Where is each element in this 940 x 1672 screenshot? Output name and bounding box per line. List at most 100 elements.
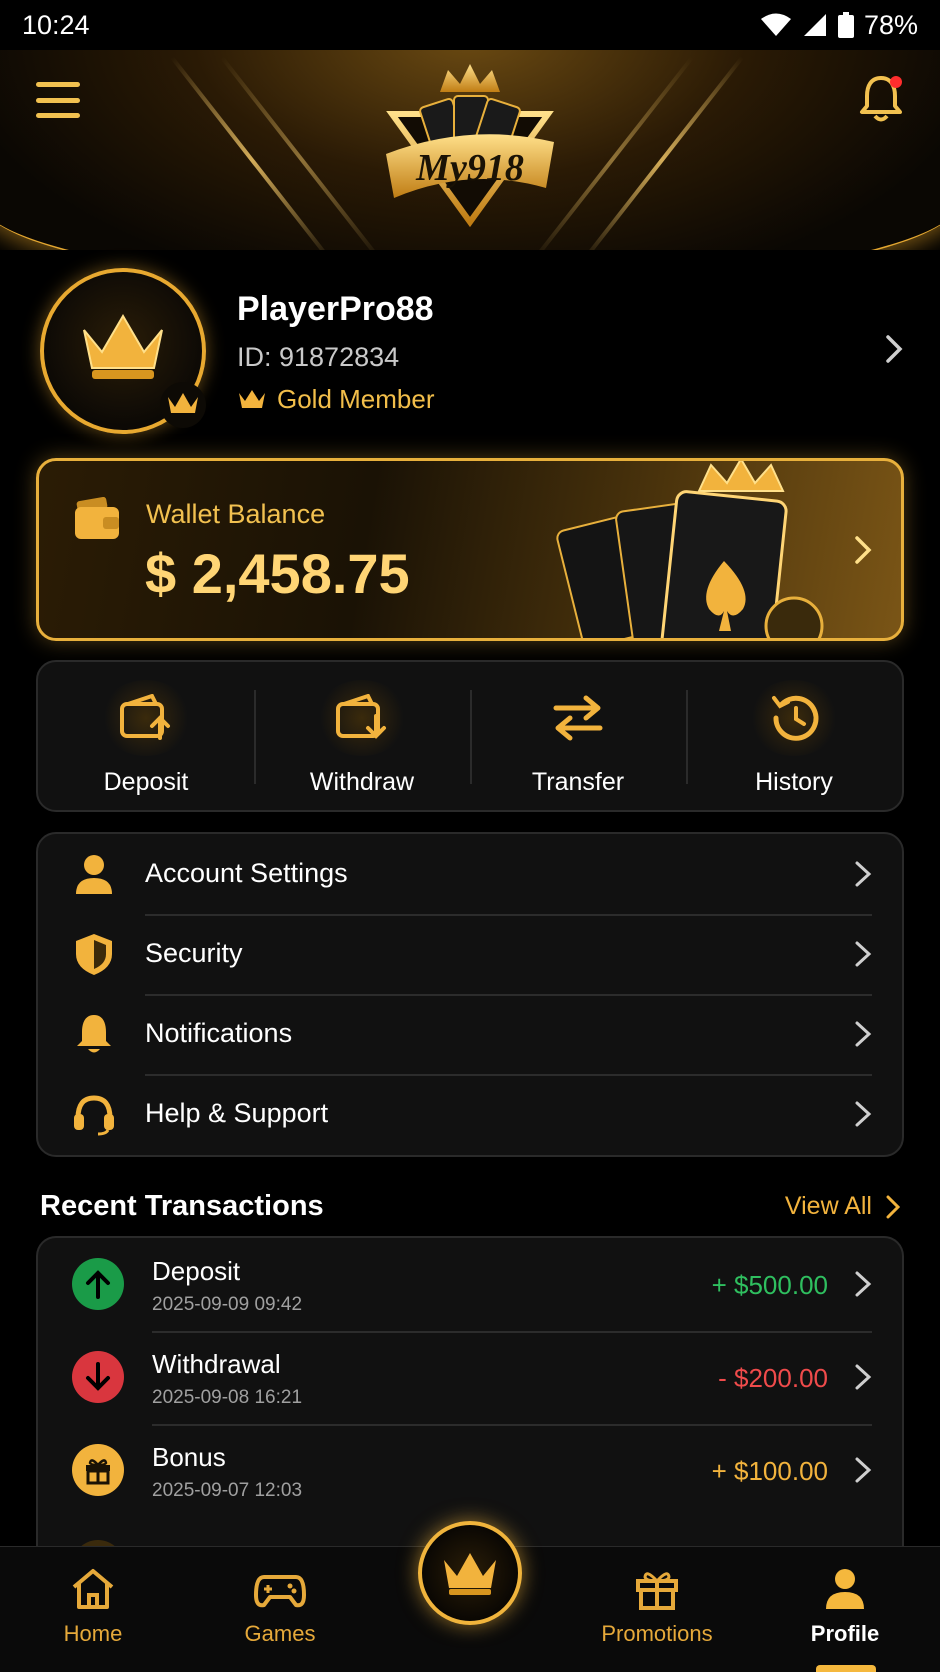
chevron-right-icon bbox=[855, 861, 872, 887]
wallet-icon bbox=[75, 497, 119, 539]
status-time: 10:24 bbox=[22, 9, 90, 40]
nav-profile[interactable]: Profile bbox=[765, 1567, 925, 1647]
avatar-badge bbox=[160, 382, 206, 428]
nav-label: Games bbox=[244, 1621, 316, 1646]
wallet-out-icon bbox=[336, 694, 386, 739]
settings-label: Account Settings bbox=[145, 858, 348, 888]
transaction-icon bbox=[72, 1258, 124, 1310]
chevron-right-icon bbox=[886, 1195, 900, 1218]
transaction-row[interactable]: Deposit 2025-09-09 09:42 + $500.00 bbox=[38, 1238, 902, 1331]
membership-label: Gold Member bbox=[277, 384, 435, 414]
crown-icon bbox=[168, 393, 198, 413]
chevron-right-icon bbox=[855, 1271, 872, 1297]
username: PlayerPro88 bbox=[237, 290, 434, 328]
transaction-amount: + $500.00 bbox=[711, 1270, 828, 1300]
shield-icon bbox=[76, 934, 112, 975]
transaction-row[interactable]: Bonus 2025-09-07 12:03 + $100.00 bbox=[38, 1424, 902, 1517]
account-settings-item[interactable]: Account Settings bbox=[38, 834, 904, 913]
wallet-amount: $ 2,458.75 bbox=[145, 542, 410, 605]
transaction-date: 2025-09-07 12:03 bbox=[152, 1480, 303, 1501]
chevron-right-icon bbox=[855, 1457, 872, 1483]
user-id: ID: 91872834 bbox=[237, 342, 400, 372]
settings-label: Security bbox=[145, 938, 243, 968]
notifications-item[interactable]: Notifications bbox=[38, 994, 904, 1073]
logo-text: My918 bbox=[415, 147, 524, 189]
wifi-icon bbox=[760, 13, 791, 36]
withdraw-button[interactable]: Withdraw bbox=[254, 662, 470, 810]
chevron-right-icon bbox=[855, 941, 872, 967]
transaction-icon bbox=[72, 1351, 124, 1403]
playing-cards-illustration bbox=[556, 461, 824, 638]
menu-icon-bar bbox=[36, 97, 80, 103]
settings-label: Notifications bbox=[145, 1018, 293, 1048]
bottom-navigation: Home Games Promotions Profile bbox=[0, 1521, 940, 1672]
recent-transactions-title: Recent Transactions bbox=[40, 1190, 324, 1222]
arrow-up-icon bbox=[86, 1270, 110, 1299]
status-icons: 78% bbox=[760, 10, 918, 41]
menu-icon-bar bbox=[36, 82, 80, 87]
action-label: History bbox=[755, 768, 833, 796]
crown-icon bbox=[83, 314, 163, 379]
notification-button[interactable] bbox=[858, 74, 904, 124]
gamepad-icon bbox=[254, 1575, 306, 1608]
transaction-date: 2025-09-08 16:21 bbox=[152, 1387, 303, 1408]
settings-label: Help & Support bbox=[145, 1098, 329, 1128]
transaction-name: Deposit bbox=[152, 1256, 241, 1286]
membership-badge: Gold Member bbox=[237, 384, 435, 415]
crown-icon bbox=[444, 1553, 496, 1595]
nav-label: Promotions bbox=[601, 1621, 713, 1646]
headset-icon bbox=[74, 1095, 114, 1136]
view-all-link[interactable]: View All bbox=[785, 1192, 900, 1221]
battery-icon bbox=[837, 12, 854, 38]
crown-icon bbox=[239, 389, 265, 408]
action-label: Deposit bbox=[103, 768, 189, 796]
status-bar: 10:24 78% bbox=[0, 0, 940, 50]
transaction-name: Withdrawal bbox=[152, 1349, 281, 1379]
app-logo: My918 bbox=[386, 64, 554, 228]
action-label: Withdraw bbox=[309, 768, 415, 796]
chevron-right-icon bbox=[855, 1101, 872, 1127]
nav-label: Profile bbox=[810, 1621, 880, 1646]
nav-promotions[interactable]: Promotions bbox=[577, 1567, 737, 1647]
user-icon bbox=[826, 1569, 864, 1609]
home-icon bbox=[72, 1569, 114, 1609]
arrow-down-icon bbox=[86, 1362, 110, 1391]
settings-list: Account Settings Security Notifications … bbox=[36, 832, 904, 1157]
action-icon-wrap bbox=[100, 680, 192, 756]
transaction-row[interactable]: Withdrawal 2025-09-08 16:21 - $200.00 bbox=[38, 1331, 902, 1424]
action-icon-wrap bbox=[316, 680, 408, 756]
deposit-button[interactable]: Deposit bbox=[38, 662, 254, 810]
chevron-right-icon bbox=[855, 536, 872, 564]
view-all-label: View All bbox=[784, 1192, 872, 1220]
security-item[interactable]: Security bbox=[38, 914, 904, 993]
chevron-right-icon bbox=[855, 1021, 872, 1047]
wallet-label: Wallet Balance bbox=[146, 499, 326, 529]
profile-card[interactable]: PlayerPro88 ID: 91872834 Gold Member bbox=[0, 262, 940, 434]
gift-icon bbox=[86, 1459, 110, 1485]
notification-dot bbox=[890, 76, 902, 88]
action-label: Transfer bbox=[531, 768, 625, 796]
signal-icon bbox=[803, 14, 826, 36]
transaction-amount: - $200.00 bbox=[718, 1363, 828, 1393]
chevron-right-icon bbox=[886, 335, 903, 363]
transaction-name: Bonus bbox=[152, 1442, 226, 1472]
menu-button[interactable] bbox=[36, 82, 80, 118]
action-icon-wrap bbox=[748, 680, 840, 756]
nav-games[interactable]: Games bbox=[200, 1567, 360, 1647]
active-tab-indicator bbox=[816, 1665, 876, 1672]
quick-actions: Deposit Withdraw Transfer History bbox=[36, 660, 904, 812]
battery-percent: 78% bbox=[863, 9, 918, 40]
action-icon-wrap bbox=[532, 680, 624, 756]
center-crown-button[interactable] bbox=[418, 1521, 522, 1625]
bell-icon bbox=[77, 1015, 111, 1053]
transfer-arrows-icon bbox=[553, 695, 603, 741]
transfer-button[interactable]: Transfer bbox=[470, 662, 686, 810]
history-button[interactable]: History bbox=[686, 662, 902, 810]
gift-icon bbox=[636, 1572, 678, 1610]
wallet-in-icon bbox=[120, 694, 170, 740]
help-support-item[interactable]: Help & Support bbox=[38, 1074, 904, 1153]
nav-label: Home bbox=[63, 1621, 123, 1646]
transaction-amount: + $100.00 bbox=[711, 1456, 828, 1486]
wallet-balance-card[interactable]: Wallet Balance $ 2,458.75 bbox=[36, 458, 904, 641]
nav-home[interactable]: Home bbox=[13, 1567, 173, 1647]
